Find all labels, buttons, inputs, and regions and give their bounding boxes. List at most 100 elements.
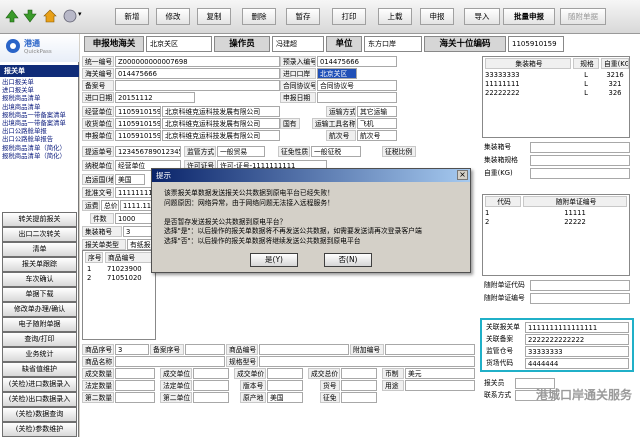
container-spec-field[interactable] <box>530 155 630 166</box>
contract-field[interactable]: 合同协议号 <box>317 80 397 91</box>
declare-button[interactable]: 申报 <box>420 8 454 25</box>
related-decl-field[interactable]: 1111111111111111 <box>525 322 629 333</box>
packages-field[interactable]: 1000 <box>115 213 155 224</box>
doc-grid-cell[interactable]: 11111 <box>523 209 627 217</box>
price-field[interactable] <box>267 368 303 379</box>
sidebar-button[interactable]: 清单 <box>2 242 77 257</box>
container-grid-cell[interactable]: L <box>573 80 599 88</box>
warehouse-field[interactable]: 33333333 <box>525 346 629 357</box>
edit-button[interactable]: 修改 <box>156 8 190 25</box>
container-grid-cell[interactable]: 321 <box>601 80 629 88</box>
sidebar-tree-item[interactable]: 出境商品一带备案清单 <box>2 119 78 127</box>
extra-field[interactable] <box>385 344 475 355</box>
container-no-field[interactable] <box>530 142 630 153</box>
copy-button[interactable]: 复制 <box>197 8 231 25</box>
sidebar-button[interactable]: 车次确认 <box>2 272 77 287</box>
sidebar-tree-item[interactable]: 出口公路舱单报告 <box>2 135 78 143</box>
consignee-name-field[interactable]: 北京科维克运科技发展有限公司 <box>162 106 280 117</box>
import-date-field[interactable]: 20151112 <box>115 92 195 103</box>
back-arrow-icon[interactable] <box>4 8 20 24</box>
goods-no-field[interactable] <box>341 380 377 391</box>
supervision-field[interactable]: 一般贸易 <box>217 146 265 157</box>
yes-button[interactable]: 是(Y) <box>250 253 298 267</box>
total-field[interactable] <box>341 368 377 379</box>
close-icon[interactable]: × <box>457 170 468 180</box>
ie-port-field[interactable]: 北京关区 <box>317 68 357 79</box>
container-grid-cell[interactable]: 3216 <box>601 71 629 79</box>
transport-mode-field[interactable]: 其它运输 <box>357 106 397 117</box>
home-icon[interactable] <box>42 8 58 24</box>
container-grid-cell[interactable]: 22222222 <box>485 89 571 97</box>
spec-field[interactable] <box>259 356 475 367</box>
unified-no-field[interactable]: Z000000000007698 <box>115 56 280 67</box>
freight-type-field[interactable]: 总价 <box>101 200 119 211</box>
bl-field[interactable]: 航次号 <box>357 130 397 141</box>
sidebar-button[interactable]: 业务统计 <box>2 347 77 362</box>
doc-grid-cell[interactable]: 1 <box>485 209 521 217</box>
origin-country-field[interactable]: 美国 <box>267 392 303 403</box>
tax-field[interactable] <box>341 392 377 403</box>
sidebar-button[interactable]: (关检)数据查询 <box>2 407 77 422</box>
goods-grid-cell[interactable]: 71051020 <box>107 274 155 282</box>
legal-unit-field[interactable] <box>193 380 229 391</box>
goods-grid-cell[interactable]: 71023900 <box>107 265 155 273</box>
second-unit-field[interactable] <box>193 392 229 403</box>
delete-button[interactable]: 删除 <box>242 8 276 25</box>
approval-field[interactable]: 1111111111 <box>115 187 155 198</box>
doc-code-field[interactable] <box>530 280 630 291</box>
status-circle-icon[interactable] <box>62 8 78 24</box>
print-button[interactable]: 打印 <box>332 8 366 25</box>
goods-grid-cell[interactable]: 1 <box>87 265 105 273</box>
container-grid-cell[interactable]: L <box>573 89 599 97</box>
sidebar-button[interactable]: 单据下载 <box>2 287 77 302</box>
container-weight-field[interactable] <box>530 168 630 179</box>
container-grid-cell[interactable]: L <box>573 71 599 79</box>
sidebar-button[interactable]: 缺省值维护 <box>2 362 77 377</box>
qty-field[interactable] <box>115 368 155 379</box>
container-grid[interactable]: 集装箱号规格自重(KG)33333333L321611111111L321222… <box>482 56 630 138</box>
sidebar-tree-item[interactable]: 报税商品清单（简化） <box>2 144 78 152</box>
tax-nature-field[interactable]: 一般征税 <box>311 146 361 157</box>
no-button[interactable]: 否(N) <box>324 253 372 267</box>
dropdown-arrow-icon[interactable]: ▾ <box>78 10 82 18</box>
record-no-field[interactable] <box>115 80 280 91</box>
sidebar-tree-item[interactable]: 出口公路舱单报 <box>2 127 78 135</box>
add-button[interactable]: 新增 <box>115 8 149 25</box>
container-grid-cell[interactable]: 326 <box>601 89 629 97</box>
sidebar-tree-item[interactable]: 报税商品清单 <box>2 94 78 102</box>
bill-field[interactable]: 12345678901234567890 <box>115 146 181 157</box>
sidebar-button[interactable]: 修改单办理/确认 <box>2 302 77 317</box>
origin-field[interactable]: 美国 <box>115 174 145 185</box>
attached-doc-grid[interactable]: 代码 随附单证编号 1 11111 2 22222 <box>482 194 630 276</box>
sidebar-button[interactable]: 查询/打印 <box>2 332 77 347</box>
version-field[interactable] <box>267 380 303 391</box>
sidebar-section-title[interactable]: 报关单 <box>0 65 79 77</box>
sidebar-button[interactable]: 电子随附单据 <box>2 317 77 332</box>
save-draft-button[interactable]: 暂存 <box>286 8 320 25</box>
declarant-code-field[interactable]: 1105910159 <box>115 130 161 141</box>
sidebar-button[interactable]: (关检)出口数据录入 <box>2 392 77 407</box>
container-grid-cell[interactable]: 33333333 <box>485 71 571 79</box>
doc-no-field[interactable] <box>530 293 630 304</box>
unit-value[interactable]: 东方口岸 <box>364 36 422 52</box>
legal-qty-field[interactable] <box>115 380 155 391</box>
conveyance-field[interactable]: 飞机 <box>357 118 397 129</box>
declare-date-field[interactable] <box>317 92 397 103</box>
yard-field[interactable]: 4444444 <box>525 358 629 369</box>
item-field[interactable]: 3 <box>115 344 149 355</box>
doc-grid-cell[interactable]: 22222 <box>523 218 627 226</box>
sidebar-button[interactable]: (关检)参数维护 <box>2 422 77 437</box>
goods-grid[interactable]: 序号 商品编号 1 71023900 2 71051020 <box>82 250 156 340</box>
import-button[interactable]: 导入 <box>464 8 500 25</box>
sidebar-button[interactable]: (关检)进口数据录入 <box>2 377 77 392</box>
receiver-name-field[interactable]: 北京科维克运科技发展有限公司 <box>162 118 280 129</box>
sidebar-tree-item[interactable]: 出境商品清单 <box>2 103 78 111</box>
port-value[interactable]: 北京关区 <box>146 36 212 52</box>
doc-grid-cell[interactable]: 2 <box>485 218 521 226</box>
use-field[interactable] <box>405 380 475 391</box>
goods-grid-cell[interactable]: 2 <box>87 274 105 282</box>
consignee-code-field[interactable]: 1105910159 <box>115 106 161 117</box>
forward-arrow-icon[interactable] <box>22 8 38 24</box>
sidebar-button[interactable]: 转关提前报关 <box>2 212 77 227</box>
declarant-name-field[interactable]: 北京科维克运科技发展有限公司 <box>162 130 280 141</box>
